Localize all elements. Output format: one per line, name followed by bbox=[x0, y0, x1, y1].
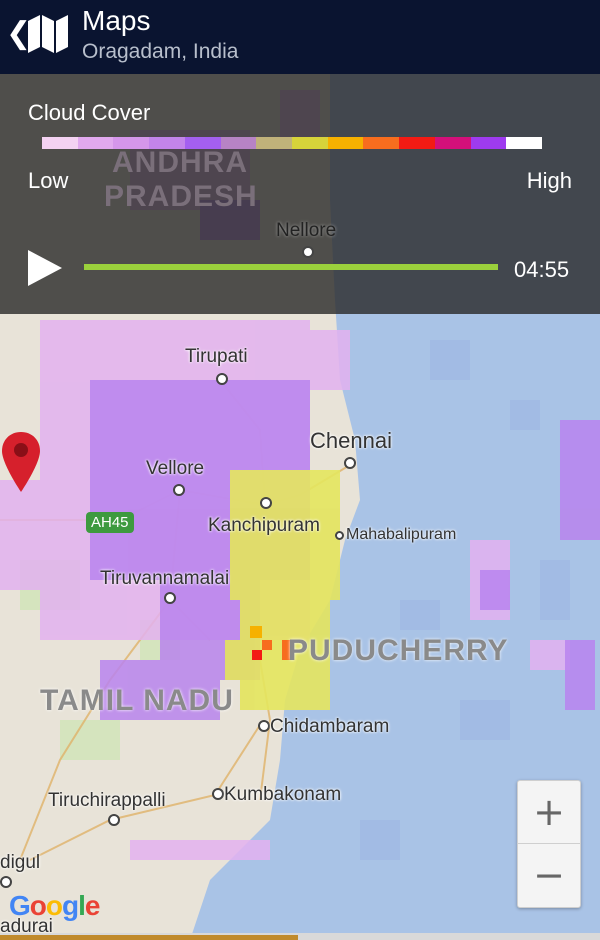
city-dot-dindigul bbox=[0, 876, 12, 888]
city-dot-mahabalipuram bbox=[335, 531, 344, 540]
label-tiruchirappalli: Tiruchirappalli bbox=[48, 790, 166, 811]
legend-low-label: Low bbox=[28, 168, 69, 193]
legend-swatch bbox=[506, 137, 543, 149]
zoom-out-button[interactable]: − bbox=[518, 844, 580, 906]
city-dot-tiruvannamalai bbox=[164, 592, 176, 604]
label-pradesh: PRADESH bbox=[104, 180, 258, 213]
panel-title: Cloud Cover bbox=[28, 100, 151, 125]
city-dot-vellore bbox=[173, 484, 185, 496]
legend-swatch bbox=[256, 137, 293, 149]
city-dot-kumbakonam bbox=[212, 788, 224, 800]
legend-swatch bbox=[470, 137, 507, 149]
label-vellore: Vellore bbox=[146, 458, 205, 479]
label-puducherry: PUDUCHERRY bbox=[288, 634, 509, 667]
label-chidambaram: Chidambaram bbox=[270, 716, 390, 737]
label-tamil-nadu: TAMIL NADU bbox=[40, 684, 234, 717]
location-subtitle: Oragadam, India bbox=[82, 40, 239, 63]
label-dindigul: digul bbox=[0, 852, 41, 873]
app-title: Maps bbox=[82, 5, 151, 36]
legend-swatch bbox=[42, 137, 78, 149]
app-header: ❮ Maps Oragadam, India bbox=[0, 0, 600, 74]
google-logo: Google bbox=[9, 890, 100, 921]
highway-shield: AH45 bbox=[86, 512, 134, 533]
label-kumbakonam: Kumbakonam bbox=[224, 784, 342, 805]
city-dot-kanchipuram bbox=[260, 497, 272, 509]
zoom-control: + − bbox=[517, 780, 581, 908]
legend-swatch bbox=[363, 137, 400, 149]
timeline-progress[interactable] bbox=[84, 264, 498, 270]
timeline-time: 04:55 bbox=[514, 257, 570, 282]
label-chennai: Chennai bbox=[310, 428, 392, 453]
city-dot-tiruchirappalli bbox=[108, 814, 120, 826]
zoom-in-button[interactable]: + bbox=[518, 781, 580, 844]
location-pin-icon[interactable] bbox=[0, 430, 42, 494]
city-dot-chidambaram bbox=[258, 720, 270, 732]
legend-swatch bbox=[434, 137, 471, 149]
play-icon[interactable] bbox=[28, 250, 62, 286]
legend-swatch bbox=[399, 137, 435, 149]
legend-swatch bbox=[77, 137, 114, 149]
city-dot-chennai bbox=[344, 457, 356, 469]
label-kanchipuram: Kanchipuram bbox=[208, 515, 320, 536]
folded-map-icon[interactable] bbox=[26, 13, 70, 55]
city-dot-tirupati bbox=[216, 373, 228, 385]
cloud-cover-panel: ANDHRA PRADESH Nellore Cloud Cover Low H… bbox=[0, 74, 600, 314]
label-nellore: Nellore bbox=[276, 220, 337, 241]
bottom-progress-strip bbox=[0, 933, 600, 940]
legend-high-label: High bbox=[526, 168, 572, 193]
label-tirupati: Tirupati bbox=[185, 346, 248, 367]
city-dot-nellore bbox=[302, 246, 314, 258]
label-mahabalipuram: Mahabalipuram bbox=[346, 526, 457, 543]
legend-swatch bbox=[327, 137, 364, 149]
label-tiruvannamalai: Tiruvannamalai bbox=[100, 568, 230, 589]
label-andhra: ANDHRA bbox=[112, 146, 248, 179]
legend-swatch bbox=[292, 137, 328, 149]
